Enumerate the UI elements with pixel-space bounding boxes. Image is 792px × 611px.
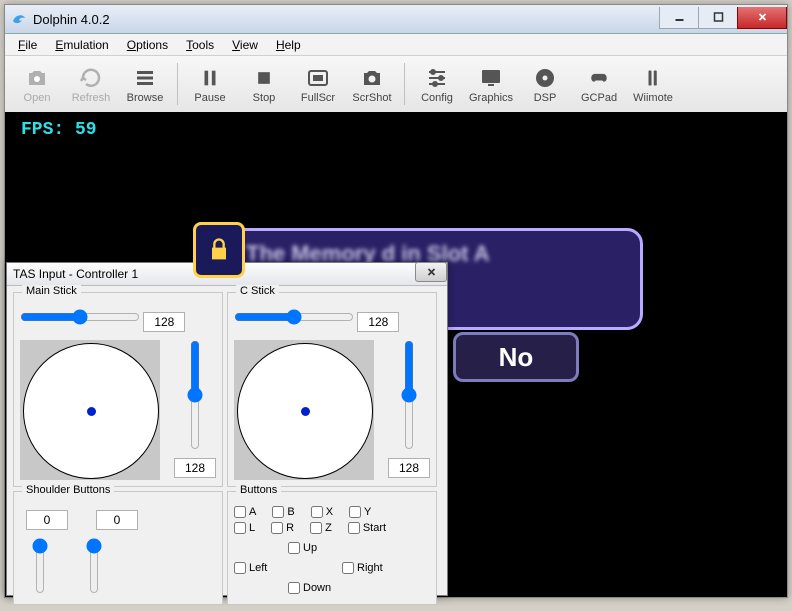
menu-view[interactable]: View [223,36,267,54]
dolphin-icon [11,11,27,27]
button-start[interactable]: Start [348,522,386,534]
shoulder-group: Shoulder Buttons 0 0 [13,491,223,605]
menu-help[interactable]: Help [267,36,310,54]
dpad-right[interactable]: Right [342,558,383,578]
wiimote-icon [640,65,666,91]
disc-icon [532,65,558,91]
main-stick-area[interactable] [20,340,160,480]
main-stick-dot [87,407,96,416]
shoulder-l-slider[interactable] [32,538,48,594]
button-b[interactable]: B [272,506,294,518]
button-z[interactable]: Z [310,522,332,534]
main-stick-group: Main Stick 128 128 [13,292,223,487]
buttons-label: Buttons [236,484,281,496]
toolbar-open[interactable]: Open [11,59,63,109]
c-stick-y-value[interactable]: 128 [388,458,430,478]
button-a[interactable]: A [234,506,256,518]
c-stick-y-slider[interactable] [401,340,417,450]
dpad-down[interactable]: Down [288,578,331,598]
c-stick-x-slider[interactable] [234,309,354,325]
lock-icon [193,222,245,278]
menu-tools[interactable]: Tools [177,36,223,54]
main-titlebar[interactable]: Dolphin 4.0.2 [5,5,787,34]
dpad-left[interactable]: Left [234,558,267,578]
list-icon [132,65,158,91]
camera-open-icon [24,65,50,91]
toolbar-separator [177,63,178,105]
refresh-icon [78,65,104,91]
toolbar: Open Refresh Browse Pause Stop FullScr S… [5,56,787,113]
shoulder-r-value[interactable]: 0 [96,510,138,530]
maximize-button[interactable] [698,7,738,29]
toolbar-stop[interactable]: Stop [238,59,290,109]
toolbar-browse[interactable]: Browse [119,59,171,109]
toolbar-config[interactable]: Config [411,59,463,109]
toolbar-refresh[interactable]: Refresh [65,59,117,109]
fullscreen-icon [305,65,331,91]
buttons-group: Buttons A B X Y L R Z Start Up Left Righ… [227,491,437,605]
button-y[interactable]: Y [349,506,371,518]
main-title: Dolphin 4.0.2 [33,12,660,27]
main-stick-y-slider[interactable] [187,340,203,450]
button-x[interactable]: X [311,506,333,518]
c-stick-area[interactable] [234,340,374,480]
stop-icon [251,65,277,91]
tas-input-window[interactable]: TAS Input - Controller 1 Main Stick 128 … [6,262,448,596]
toolbar-dsp[interactable]: DSP [519,59,571,109]
close-button[interactable] [737,7,787,29]
main-stick-x-slider[interactable] [20,309,140,325]
shoulder-l-value[interactable]: 0 [26,510,68,530]
button-l[interactable]: L [234,522,255,534]
fps-counter: FPS: 59 [21,120,97,140]
toolbar-screenshot[interactable]: ScrShot [346,59,398,109]
tas-close-button[interactable] [415,262,447,282]
monitor-icon [478,65,504,91]
toolbar-fullscreen[interactable]: FullScr [292,59,344,109]
main-stick-x-value[interactable]: 128 [143,312,185,332]
toolbar-graphics[interactable]: Graphics [465,59,517,109]
shoulder-label: Shoulder Buttons [22,484,114,496]
button-r[interactable]: R [271,522,294,534]
main-stick-y-value[interactable]: 128 [174,458,216,478]
main-stick-label: Main Stick [22,285,81,297]
shoulder-r-slider[interactable] [86,538,102,594]
c-stick-label: C Stick [236,285,279,297]
toolbar-separator [404,63,405,105]
c-stick-x-value[interactable]: 128 [357,312,399,332]
c-stick-dot [301,407,310,416]
toolbar-pause[interactable]: Pause [184,59,236,109]
toolbar-wiimote[interactable]: Wiimote [627,59,679,109]
gamepad-icon [586,65,612,91]
minimize-button[interactable] [659,7,699,29]
menu-options[interactable]: Options [118,36,177,54]
pause-icon [197,65,223,91]
game-no-button[interactable]: No [453,332,579,382]
menu-emulation[interactable]: Emulation [46,36,117,54]
camera-icon [359,65,385,91]
dpad-up[interactable]: Up [288,538,317,558]
toolbar-gcpad[interactable]: GCPad [573,59,625,109]
c-stick-group: C Stick 128 128 [227,292,437,487]
menu-file[interactable]: File [9,36,46,54]
menubar: File Emulation Options Tools View Help [5,34,787,56]
sliders-icon [424,65,450,91]
